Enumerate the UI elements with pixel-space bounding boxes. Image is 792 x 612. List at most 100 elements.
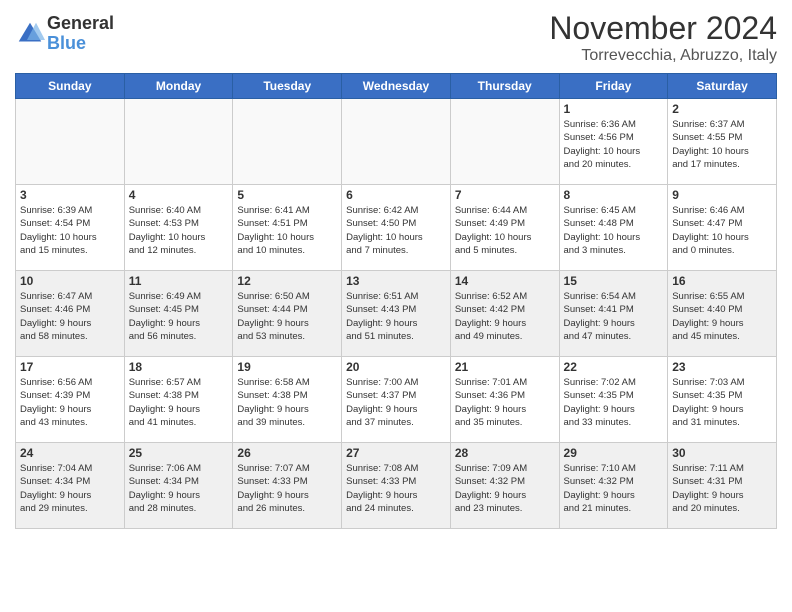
table-row	[342, 99, 451, 185]
day-number: 6	[346, 188, 446, 202]
weekday-header-sunday: Sunday	[16, 74, 125, 99]
weekday-header-thursday: Thursday	[450, 74, 559, 99]
day-number: 12	[237, 274, 337, 288]
calendar-week-2: 3 Sunrise: 6:39 AMSunset: 4:54 PMDaylight…	[16, 185, 777, 271]
table-row: 10Sunrise: 6:47 AMSunset: 4:46 PMDayligh…	[16, 271, 125, 357]
table-row: 15 Sunrise: 6:54 AMSunset: 4:41 PMDayligh…	[559, 271, 668, 357]
table-row: 30 Sunrise: 7:11 AMSunset: 4:31 PMDayligh…	[668, 443, 777, 529]
cell-info: Sunrise: 7:03 AMSunset: 4:35 PMDaylight:…	[672, 376, 772, 429]
cell-info: Sunrise: 6:45 AMSunset: 4:48 PMDaylight:…	[564, 204, 664, 257]
cell-info: Sunrise: 6:58 AMSunset: 4:38 PMDaylight:…	[237, 376, 337, 429]
day-number: 26	[237, 446, 337, 460]
logo-icon	[15, 19, 45, 49]
table-row: 25 Sunrise: 7:06 AMSunset: 4:34 PMDayligh…	[124, 443, 233, 529]
table-row: 2 Sunrise: 6:37 AMSunset: 4:55 PMDaylight…	[668, 99, 777, 185]
table-row: 1 Sunrise: 6:36 AMSunset: 4:56 PMDaylight…	[559, 99, 668, 185]
table-row: 26 Sunrise: 7:07 AMSunset: 4:33 PMDayligh…	[233, 443, 342, 529]
cell-info: Sunrise: 7:11 AMSunset: 4:31 PMDaylight:…	[672, 462, 772, 515]
cell-info: Sunrise: 6:39 AMSunset: 4:54 PMDaylight:…	[20, 204, 120, 257]
cell-info: Sunrise: 7:00 AMSunset: 4:37 PMDaylight:…	[346, 376, 446, 429]
table-row	[124, 99, 233, 185]
day-number: 9	[672, 188, 772, 202]
table-row: 20Sunrise: 7:00 AMSunset: 4:37 PMDayligh…	[342, 357, 451, 443]
day-number: 8	[564, 188, 664, 202]
header: General Blue November 2024 Torrevecchia,…	[15, 10, 777, 65]
cell-info: Sunrise: 6:51 AMSunset: 4:43 PMDaylight:…	[346, 290, 446, 343]
day-number: 15	[564, 274, 664, 288]
weekday-header-row: SundayMondayTuesdayWednesdayThursdayFrid…	[16, 74, 777, 99]
day-number: 22	[564, 360, 664, 374]
day-number: 16	[672, 274, 772, 288]
table-row: 29Sunrise: 7:10 AMSunset: 4:32 PMDayligh…	[559, 443, 668, 529]
day-number: 14	[455, 274, 555, 288]
day-number: 11	[129, 274, 229, 288]
cell-info: Sunrise: 6:50 AMSunset: 4:44 PMDaylight:…	[237, 290, 337, 343]
weekday-header-saturday: Saturday	[668, 74, 777, 99]
table-row: 16Sunrise: 6:55 AMSunset: 4:40 PMDayligh…	[668, 271, 777, 357]
cell-info: Sunrise: 7:10 AMSunset: 4:32 PMDaylight:…	[564, 462, 664, 515]
cell-info: Sunrise: 6:52 AMSunset: 4:42 PMDaylight:…	[455, 290, 555, 343]
day-number: 13	[346, 274, 446, 288]
cell-info: Sunrise: 7:04 AMSunset: 4:34 PMDaylight:…	[20, 462, 120, 515]
table-row: 18 Sunrise: 6:57 AMSunset: 4:38 PMDayligh…	[124, 357, 233, 443]
table-row: 23Sunrise: 7:03 AMSunset: 4:35 PMDayligh…	[668, 357, 777, 443]
day-number: 24	[20, 446, 120, 460]
table-row	[450, 99, 559, 185]
calendar-week-3: 10Sunrise: 6:47 AMSunset: 4:46 PMDayligh…	[16, 271, 777, 357]
cell-info: Sunrise: 7:08 AMSunset: 4:33 PMDaylight:…	[346, 462, 446, 515]
day-number: 1	[564, 102, 664, 116]
cell-info: Sunrise: 7:09 AMSunset: 4:32 PMDaylight:…	[455, 462, 555, 515]
calendar-week-1: 1 Sunrise: 6:36 AMSunset: 4:56 PMDaylight…	[16, 99, 777, 185]
table-row: 12 Sunrise: 6:50 AMSunset: 4:44 PMDayligh…	[233, 271, 342, 357]
table-row: 11 Sunrise: 6:49 AMSunset: 4:45 PMDayligh…	[124, 271, 233, 357]
day-number: 25	[129, 446, 229, 460]
day-number: 4	[129, 188, 229, 202]
cell-info: Sunrise: 6:37 AMSunset: 4:55 PMDaylight:…	[672, 118, 772, 171]
day-number: 3	[20, 188, 120, 202]
cell-info: Sunrise: 6:42 AMSunset: 4:50 PMDaylight:…	[346, 204, 446, 257]
table-row: 8 Sunrise: 6:45 AMSunset: 4:48 PMDaylight…	[559, 185, 668, 271]
logo: General Blue	[15, 14, 114, 54]
day-number: 30	[672, 446, 772, 460]
table-row: 21Sunrise: 7:01 AMSunset: 4:36 PMDayligh…	[450, 357, 559, 443]
table-row: 7Sunrise: 6:44 AMSunset: 4:49 PMDaylight…	[450, 185, 559, 271]
cell-info: Sunrise: 6:41 AMSunset: 4:51 PMDaylight:…	[237, 204, 337, 257]
calendar-container: General Blue November 2024 Torrevecchia,…	[0, 0, 792, 612]
title-block: November 2024 Torrevecchia, Abruzzo, Ita…	[549, 10, 777, 65]
cell-info: Sunrise: 7:07 AMSunset: 4:33 PMDaylight:…	[237, 462, 337, 515]
cell-info: Sunrise: 7:06 AMSunset: 4:34 PMDaylight:…	[129, 462, 229, 515]
cell-info: Sunrise: 6:54 AMSunset: 4:41 PMDaylight:…	[564, 290, 664, 343]
day-number: 21	[455, 360, 555, 374]
calendar-table: SundayMondayTuesdayWednesdayThursdayFrid…	[15, 73, 777, 529]
day-number: 18	[129, 360, 229, 374]
table-row	[233, 99, 342, 185]
table-row: 22Sunrise: 7:02 AMSunset: 4:35 PMDayligh…	[559, 357, 668, 443]
table-row: 5 Sunrise: 6:41 AMSunset: 4:51 PMDaylight…	[233, 185, 342, 271]
day-number: 17	[20, 360, 120, 374]
weekday-header-friday: Friday	[559, 74, 668, 99]
cell-info: Sunrise: 6:44 AMSunset: 4:49 PMDaylight:…	[455, 204, 555, 257]
table-row: 6 Sunrise: 6:42 AMSunset: 4:50 PMDaylight…	[342, 185, 451, 271]
cell-info: Sunrise: 6:36 AMSunset: 4:56 PMDaylight:…	[564, 118, 664, 171]
day-number: 5	[237, 188, 337, 202]
cell-info: Sunrise: 6:57 AMSunset: 4:38 PMDaylight:…	[129, 376, 229, 429]
day-number: 2	[672, 102, 772, 116]
table-row: 14 Sunrise: 6:52 AMSunset: 4:42 PMDayligh…	[450, 271, 559, 357]
weekday-header-tuesday: Tuesday	[233, 74, 342, 99]
calendar-week-5: 24 Sunrise: 7:04 AMSunset: 4:34 PMDayligh…	[16, 443, 777, 529]
day-number: 27	[346, 446, 446, 460]
day-number: 28	[455, 446, 555, 460]
cell-info: Sunrise: 6:56 AMSunset: 4:39 PMDaylight:…	[20, 376, 120, 429]
table-row: 19Sunrise: 6:58 AMSunset: 4:38 PMDayligh…	[233, 357, 342, 443]
cell-info: Sunrise: 6:46 AMSunset: 4:47 PMDaylight:…	[672, 204, 772, 257]
month-title: November 2024	[549, 10, 777, 47]
table-row: 28 Sunrise: 7:09 AMSunset: 4:32 PMDayligh…	[450, 443, 559, 529]
logo-text: General Blue	[47, 14, 114, 54]
table-row: 4Sunrise: 6:40 AMSunset: 4:53 PMDaylight…	[124, 185, 233, 271]
location: Torrevecchia, Abruzzo, Italy	[549, 47, 777, 65]
table-row: 17 Sunrise: 6:56 AMSunset: 4:39 PMDayligh…	[16, 357, 125, 443]
calendar-week-4: 17 Sunrise: 6:56 AMSunset: 4:39 PMDayligh…	[16, 357, 777, 443]
cell-info: Sunrise: 6:49 AMSunset: 4:45 PMDaylight:…	[129, 290, 229, 343]
table-row	[16, 99, 125, 185]
table-row: 27 Sunrise: 7:08 AMSunset: 4:33 PMDayligh…	[342, 443, 451, 529]
